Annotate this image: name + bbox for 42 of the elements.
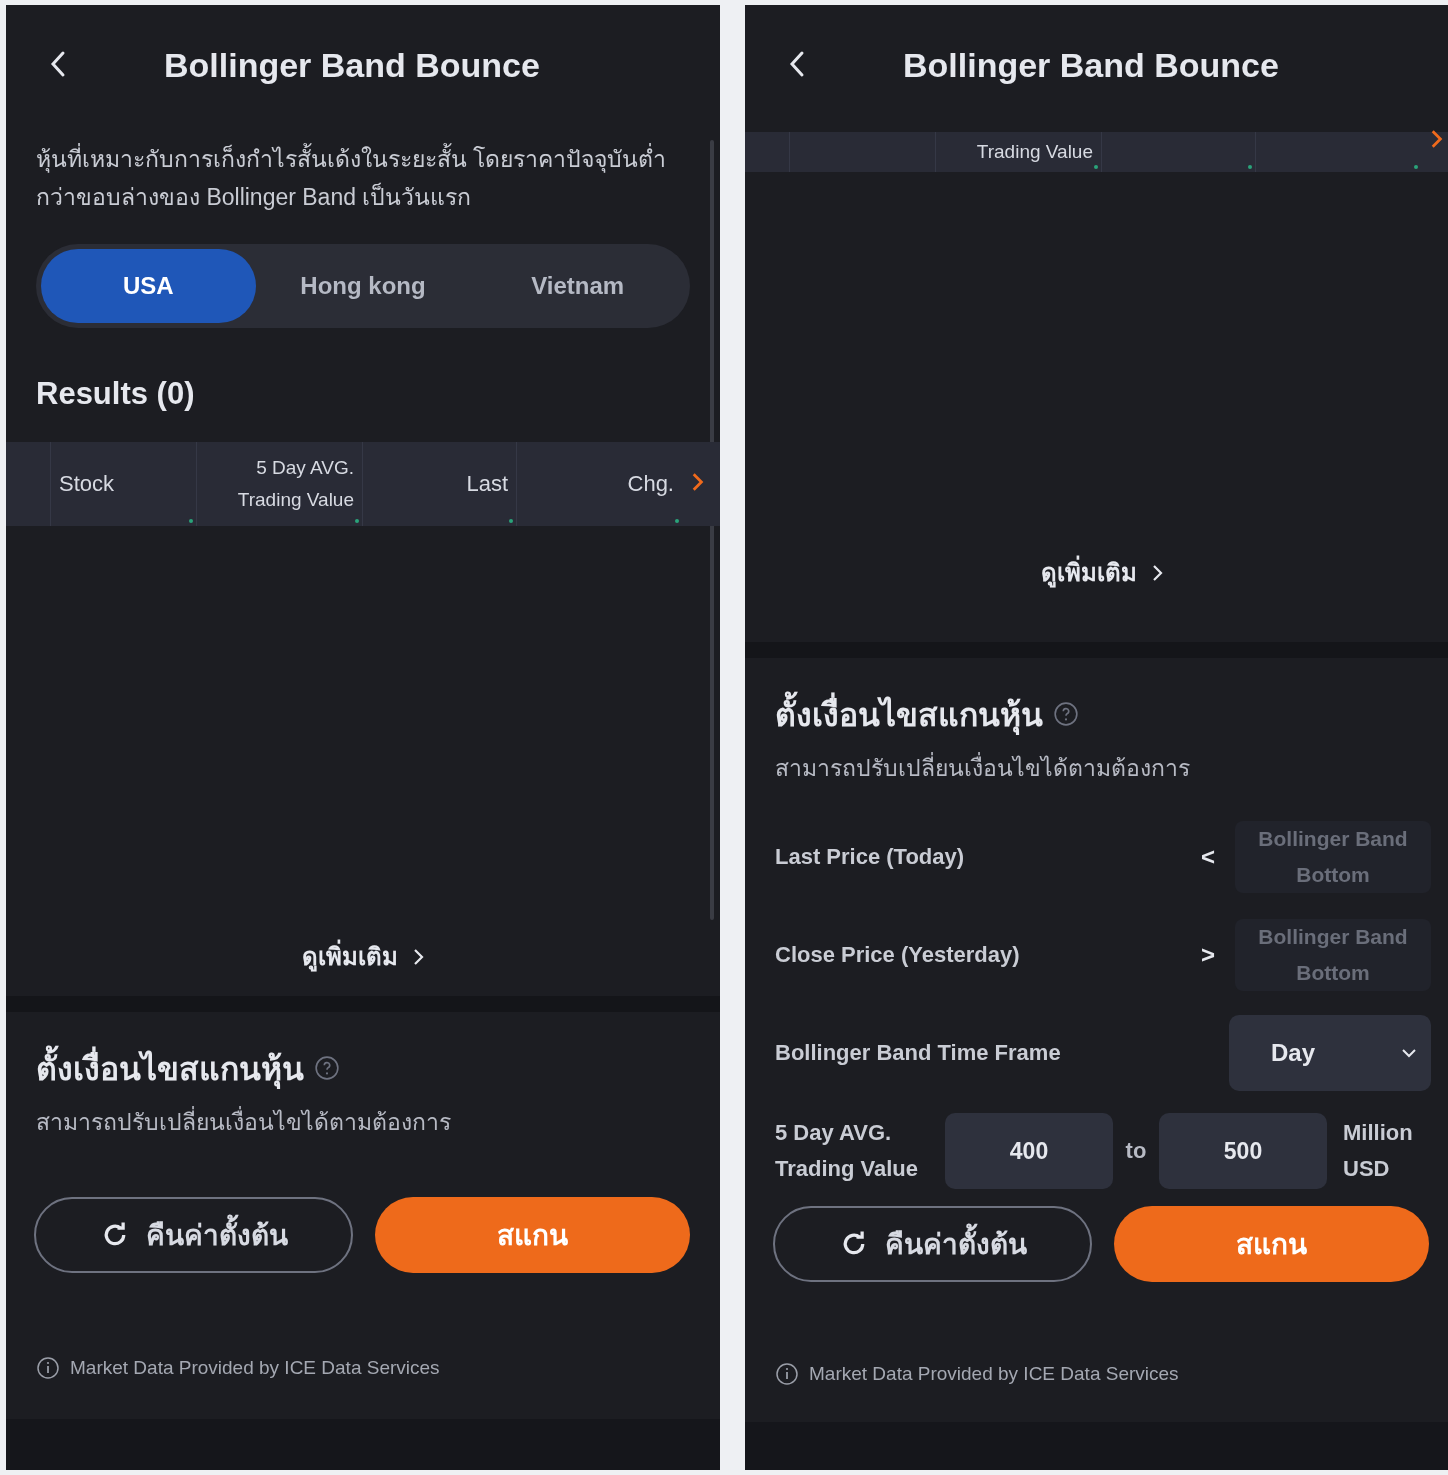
column-header[interactable]: 5 Day AVG. Trading Value xyxy=(205,452,354,516)
column-header[interactable]: Last xyxy=(466,468,508,500)
data-provider-note: Market Data Provided by ICE Data Services xyxy=(70,1357,440,1379)
time-frame-dropdown[interactable]: Day xyxy=(1229,1015,1431,1091)
info-icon xyxy=(36,1356,60,1380)
market-tab[interactable]: Hong kong xyxy=(255,249,471,323)
conditions-title: ตั้งเงื่อนไขสแกนหุ้น xyxy=(36,1042,304,1094)
chevron-right-icon xyxy=(1151,562,1163,583)
condition-label: 5 Day AVG. Trading Value xyxy=(775,1119,920,1183)
operator-text: > xyxy=(1201,941,1215,969)
condition-label: Close Price (Yesterday) xyxy=(775,942,1021,968)
description-text: หุ้นที่เหมาะกับการเก็งกำไรสั้นเด้งในระยะสั้น โดยราคาปัจจุบันต่ำกว่าขอบล่างของ Bollinger Band เป็นวันแรก xyxy=(36,140,690,222)
chevron-down-icon xyxy=(1401,1048,1417,1058)
see-more-link[interactable]: ดูเพิ่มเติม xyxy=(302,937,424,976)
market-tab[interactable]: USA xyxy=(41,249,256,323)
unit-label: Million USD xyxy=(1343,1119,1414,1183)
screen-title: Bollinger Band Bounce xyxy=(164,46,540,85)
help-icon[interactable] xyxy=(314,1055,340,1081)
condition-label: Last Price (Today) xyxy=(775,844,966,870)
conditions-subtitle: สามารถปรับเปลี่ยนเงื่อนไขได้ตามต้องการ xyxy=(36,1104,692,1140)
screen-title: Bollinger Band Bounce xyxy=(903,46,1279,85)
data-provider-note: Market Data Provided by ICE Data Services xyxy=(809,1363,1179,1385)
chevron-right-icon[interactable] xyxy=(690,471,704,493)
condition-label: Bollinger Band Time Frame xyxy=(775,1040,1062,1066)
help-icon[interactable] xyxy=(1053,701,1079,727)
results-heading: Results (0) xyxy=(36,376,196,413)
column-header[interactable]: Stock xyxy=(59,468,115,500)
see-more-link[interactable]: ดูเพิ่มเติม xyxy=(1041,553,1163,592)
reset-button[interactable]: คืนค่าตั้งต้น xyxy=(34,1197,353,1273)
info-icon xyxy=(775,1362,799,1386)
operator-text: < xyxy=(1201,843,1215,871)
reset-button[interactable]: คืนค่าตั้งต้น xyxy=(773,1206,1092,1282)
market-tab[interactable]: Vietnam xyxy=(470,249,685,323)
max-value-field[interactable]: 500 xyxy=(1159,1113,1327,1189)
column-header[interactable]: Trading Value xyxy=(976,141,1093,163)
range-separator: to xyxy=(1124,1138,1148,1164)
column-header[interactable]: Chg. xyxy=(627,468,674,500)
min-value-field[interactable]: 400 xyxy=(945,1113,1113,1189)
chevron-right-icon xyxy=(412,946,424,967)
conditions-title: ตั้งเงื่อนไขสแกนหุ้น xyxy=(775,688,1043,740)
conditions-subtitle: สามารถปรับเปลี่ยนเงื่อนไขได้ตามต้องการ xyxy=(775,750,1431,786)
chevron-right-icon[interactable] xyxy=(1429,128,1443,150)
